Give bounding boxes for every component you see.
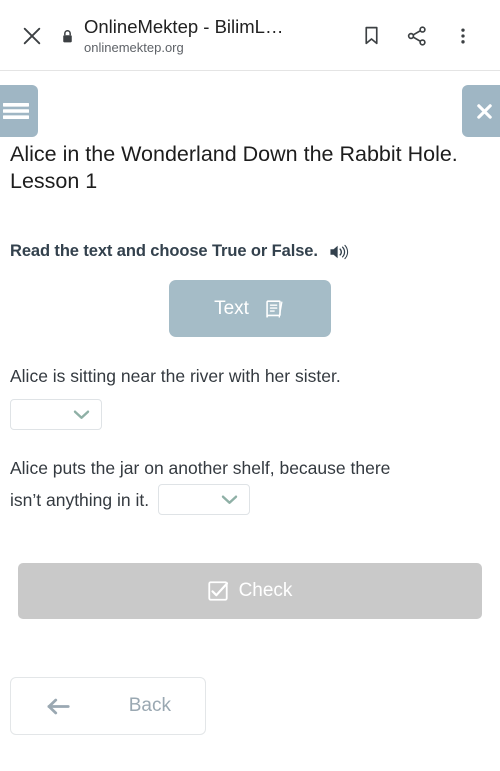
question-item: Alice is sitting near the river with her… — [0, 362, 500, 430]
sidebar-menu-button[interactable] — [0, 85, 38, 137]
chevron-down-icon — [73, 410, 90, 419]
close-x-icon — [476, 103, 492, 119]
audio-play-button[interactable] — [329, 243, 349, 261]
url-block[interactable]: OnlineMektep - BilimL… onlinemektep.org — [80, 16, 348, 56]
instruction-row: Read the text and choose True or False. — [0, 242, 500, 261]
bookmark-icon — [364, 26, 378, 45]
browser-close-button[interactable] — [10, 14, 54, 58]
chevron-down-icon — [221, 495, 238, 504]
book-icon — [266, 299, 283, 318]
lock-icon — [62, 29, 72, 42]
question-item: Alice puts the jar on another shelf, bec… — [0, 452, 500, 516]
check-button-container: Check — [0, 563, 500, 619]
instruction-text: Read the text and choose True or False. — [10, 242, 318, 260]
back-button[interactable]: Back — [10, 677, 206, 735]
check-answers-button[interactable]: Check — [18, 563, 482, 619]
arrow-left-icon — [47, 698, 70, 714]
share-icon — [407, 25, 426, 46]
back-button-label: Back — [128, 695, 171, 716]
text-button-label: Text — [214, 297, 249, 319]
answer-dropdown-1[interactable] — [10, 399, 102, 430]
security-lock — [54, 27, 80, 45]
open-text-button[interactable]: Text — [169, 280, 331, 337]
answer-dropdown-2[interactable] — [158, 483, 251, 515]
text-button-container: Text — [0, 280, 500, 337]
browser-toolbar: OnlineMektep - BilimL… onlinemektep.org — [0, 0, 500, 71]
lesson-topbar — [0, 71, 500, 143]
lesson-page: Alice in the Wonderland Down the Rabbit … — [0, 71, 500, 771]
close-icon — [23, 27, 41, 44]
bookmark-button[interactable] — [348, 13, 394, 59]
back-button-container: Back — [0, 677, 500, 735]
browser-overflow-menu-button[interactable] — [440, 13, 486, 59]
speaker-volume-icon — [330, 244, 348, 259]
question-text: Alice is sitting near the river with her… — [10, 366, 341, 386]
lesson-close-button[interactable] — [462, 85, 500, 137]
question-text-line-1: Alice puts the jar on another shelf, bec… — [10, 458, 391, 478]
share-button[interactable] — [394, 13, 440, 59]
check-button-label: Check — [238, 580, 293, 601]
page-title: Alice in the Wonderland Down the Rabbit … — [10, 142, 458, 193]
browser-action-buttons — [348, 13, 486, 59]
hamburger-menu-icon — [3, 103, 29, 119]
page-title-text: OnlineMektep - BilimL… — [84, 15, 284, 37]
page-host-text: onlinemektep.org — [84, 39, 184, 55]
more-vertical-icon — [461, 28, 465, 43]
checkbox-checked-icon — [207, 581, 228, 601]
question-text-line-2: isn’t anything in it. — [10, 490, 150, 510]
